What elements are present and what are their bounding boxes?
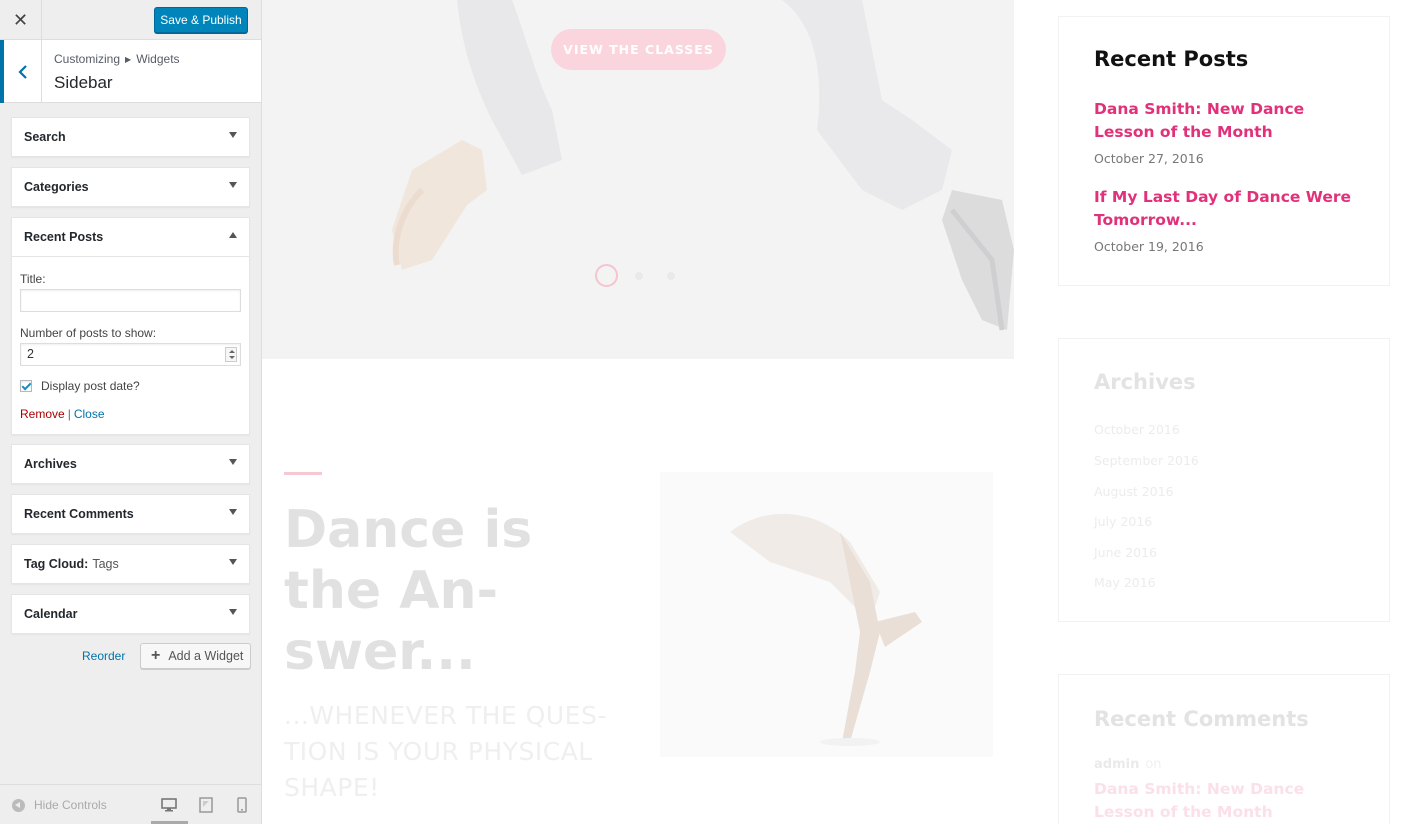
actions-separator: | xyxy=(67,407,71,421)
post-date: October 27, 2016 xyxy=(1094,151,1204,166)
slider-dot[interactable] xyxy=(667,272,675,280)
post-date: October 19, 2016 xyxy=(1094,239,1204,254)
widget-search[interactable]: Search xyxy=(11,117,250,157)
widget-header[interactable]: Search xyxy=(12,118,249,156)
title-input[interactable] xyxy=(20,289,241,312)
widget-title: Archives xyxy=(24,457,77,471)
show-date-checkbox[interactable] xyxy=(20,380,32,392)
remove-link[interactable]: Remove xyxy=(20,407,65,421)
customizer-panel: ✕ Save & Publish Customizing ▶ Widgets Sid… xyxy=(0,0,262,824)
spinner-arrows-icon[interactable] xyxy=(225,347,237,362)
back-button[interactable] xyxy=(0,40,42,103)
archive-link[interactable]: September 2016 xyxy=(1094,453,1199,468)
expand-arrow-icon[interactable] xyxy=(229,509,237,515)
title-label: Title: xyxy=(20,272,46,286)
post-count-label: Number of posts to show: xyxy=(20,326,157,340)
recent-comments-widget: Recent Comments admin on Dana Smith: New … xyxy=(1058,674,1390,824)
comment-post-link[interactable]: Dana Smith: New Dance Lesson of the Mont… xyxy=(1094,778,1364,824)
widget-area-actions: Reorder + Add a Widget xyxy=(0,643,261,669)
expand-arrow-icon[interactable] xyxy=(229,459,237,465)
archive-link[interactable]: May 2016 xyxy=(1094,575,1156,590)
dancer-image xyxy=(730,513,922,746)
widget-recent-posts[interactable]: Recent Posts Title: Number of posts to s… xyxy=(11,217,250,435)
desktop-icon[interactable] xyxy=(161,797,177,813)
plus-icon: + xyxy=(151,647,161,664)
customizer-footer: Hide Controls xyxy=(0,784,261,824)
breadcrumb-separator-icon: ▶ xyxy=(125,55,132,64)
widget-header[interactable]: Tag Cloud: Tags xyxy=(12,545,249,583)
widget-actions: Remove | Close xyxy=(20,407,241,421)
reorder-button[interactable]: Reorder xyxy=(82,649,125,663)
widget-subtitle: Tags xyxy=(92,557,119,571)
comment-author[interactable]: admin xyxy=(1094,757,1139,772)
tablet-icon[interactable] xyxy=(198,797,214,813)
show-date-label: Display post date? xyxy=(41,379,140,393)
section-headline: Dance is the An­swer... xyxy=(284,500,533,682)
breadcrumb-root: Customizing xyxy=(54,52,121,66)
chevron-left-icon xyxy=(17,64,27,79)
comment-on: on xyxy=(1145,757,1162,772)
widget-title: Calendar xyxy=(24,607,78,621)
view-classes-button[interactable]: VIEW THE CLASSES xyxy=(551,29,726,70)
widget-title: Recent Comments xyxy=(24,507,134,521)
widget-header[interactable]: Calendar xyxy=(12,595,249,633)
widget-form: Title: Number of posts to show: 2 Displa… xyxy=(12,256,249,434)
archives-widget: Archives October 2016 September 2016 Aug… xyxy=(1058,338,1390,622)
archive-link[interactable]: July 2016 xyxy=(1094,514,1152,529)
slider-dot[interactable] xyxy=(635,272,643,280)
widget-recent-comments[interactable]: Recent Comments xyxy=(11,494,250,534)
widget-title: Categories xyxy=(24,180,89,194)
mobile-icon[interactable] xyxy=(234,797,250,813)
collapse-icon xyxy=(12,798,25,812)
add-widget-label: Add a Widget xyxy=(168,649,244,663)
post-link[interactable]: Dana Smith: New Dance Lesson of the Mont… xyxy=(1094,98,1364,144)
widget-title: Recent Posts xyxy=(24,230,104,244)
hero-slider: VIEW THE CLASSES xyxy=(262,0,1014,359)
widget-header[interactable]: Recent Comments xyxy=(12,495,249,533)
archive-link[interactable]: October 2016 xyxy=(1094,422,1180,437)
hide-controls-label: Hide Controls xyxy=(34,798,107,812)
recent-posts-title: Recent Posts xyxy=(1094,47,1249,71)
recent-comments-title: Recent Comments xyxy=(1094,707,1309,731)
close-link[interactable]: Close xyxy=(74,407,105,421)
hide-controls-button[interactable]: Hide Controls xyxy=(12,798,107,812)
widget-header[interactable]: Categories xyxy=(12,168,249,206)
post-count-value: 2 xyxy=(27,347,34,361)
breadcrumb: Customizing ▶ Widgets xyxy=(54,52,180,66)
customizer-header: ✕ Save & Publish xyxy=(0,0,261,40)
add-widget-button[interactable]: + Add a Widget xyxy=(140,643,251,669)
widget-tag-cloud[interactable]: Tag Cloud: Tags xyxy=(11,544,250,584)
post-count-input[interactable]: 2 xyxy=(20,343,241,366)
widget-header[interactable]: Recent Posts xyxy=(12,218,249,256)
dancer-photo xyxy=(660,472,993,757)
comment-meta: admin on xyxy=(1094,757,1162,772)
archives-title: Archives xyxy=(1094,370,1196,394)
save-publish-button[interactable]: Save & Publish xyxy=(154,7,248,33)
widget-title: Search xyxy=(24,130,66,144)
widget-categories[interactable]: Categories xyxy=(11,167,250,207)
section-subheadline: ...WHENEVER THE QUES­TION IS YOUR PHYSIC… xyxy=(284,701,607,802)
accent-line xyxy=(284,472,322,475)
widget-archives[interactable]: Archives xyxy=(11,444,250,484)
collapse-arrow-icon[interactable] xyxy=(229,232,237,238)
widget-header[interactable]: Archives xyxy=(12,445,249,483)
show-date-option: Display post date? xyxy=(20,379,241,393)
expand-arrow-icon[interactable] xyxy=(229,182,237,188)
expand-arrow-icon[interactable] xyxy=(229,609,237,615)
breadcrumb-parent: Widgets xyxy=(136,52,180,66)
widget-calendar[interactable]: Calendar xyxy=(11,594,250,634)
expand-arrow-icon[interactable] xyxy=(229,132,237,138)
widget-title: Tag Cloud: xyxy=(24,557,89,571)
close-icon[interactable]: ✕ xyxy=(0,0,42,40)
section-header: Customizing ▶ Widgets Sidebar xyxy=(0,40,261,103)
recent-posts-widget: Recent Posts Dana Smith: New Dance Lesso… xyxy=(1058,16,1390,286)
slider-dot-active[interactable] xyxy=(595,264,618,287)
section-title: Sidebar xyxy=(54,73,113,92)
archive-link[interactable]: June 2016 xyxy=(1094,545,1157,560)
site-preview: VIEW THE CLASSES Dance is the An­swer...… xyxy=(262,0,1411,824)
expand-arrow-icon[interactable] xyxy=(229,559,237,565)
archive-link[interactable]: August 2016 xyxy=(1094,484,1174,499)
post-link[interactable]: If My Last Day of Dance Were Tomorrow... xyxy=(1094,186,1364,232)
